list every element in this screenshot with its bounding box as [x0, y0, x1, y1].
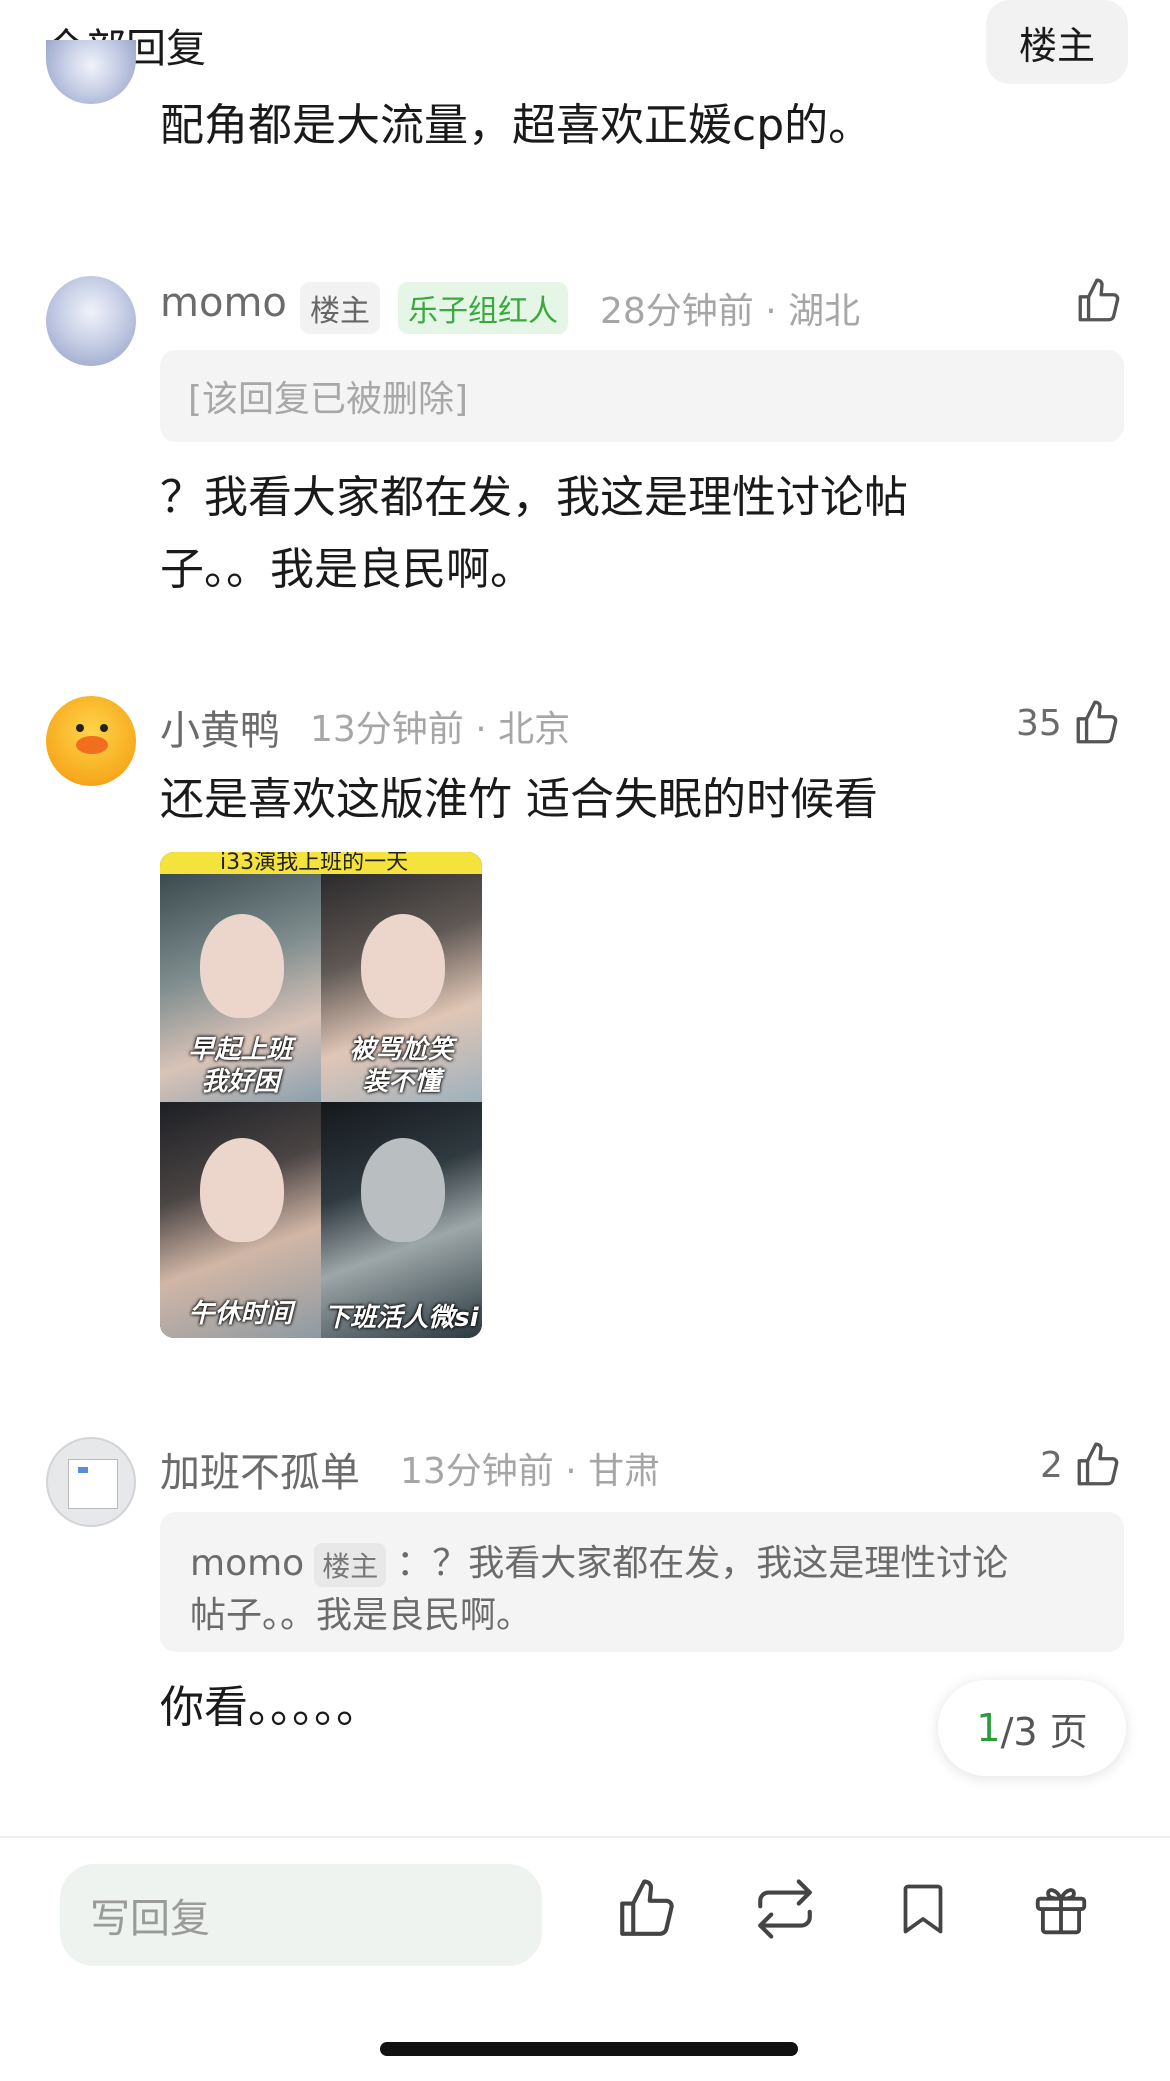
avatar[interactable]	[46, 696, 136, 786]
op-badge: 楼主	[314, 1543, 387, 1587]
bookmark-icon	[903, 1884, 943, 1934]
bookmark-button[interactable]	[888, 1874, 958, 1944]
gift-icon	[1035, 1888, 1087, 1935]
quoted-user: momo	[190, 1543, 305, 1584]
home-indicator	[380, 2042, 798, 2056]
thumbs-up-icon	[620, 1879, 674, 1936]
comment-meta: 28分钟前 · 湖北	[600, 291, 861, 332]
username[interactable]: 加班不孤单	[160, 1440, 360, 1498]
like-button[interactable]: 2	[1040, 1440, 1123, 1490]
comment-meta: 13分钟前 · 北京	[310, 709, 571, 750]
quoted-reply-line: momo 楼主 ：？我看大家都在发，我这是理性讨论	[190, 1534, 1008, 1587]
image-banner-text: i33演我上班的一天	[220, 852, 409, 875]
username[interactable]: momo	[160, 280, 287, 326]
image-caption: 下班活人微si	[324, 1303, 479, 1333]
avatar[interactable]	[46, 276, 136, 366]
repost-icon	[758, 1879, 812, 1939]
comment-text-line: ？我看大家都在发，我这是理性讨论帖	[160, 472, 908, 523]
like-count: 35	[1016, 702, 1062, 744]
comment-text: 配角都是大流量，超喜欢正媛cp的。	[160, 100, 873, 151]
thumbs-up-icon	[1077, 1442, 1119, 1486]
image-caption: 我好困	[201, 1067, 280, 1097]
only-op-button[interactable]: 楼主	[986, 0, 1128, 84]
quoted-text: ：？我看大家都在发，我这是理性讨论	[396, 1543, 1009, 1584]
top-bar: 全部回复 楼主	[0, 0, 1170, 84]
op-badge: 楼主	[300, 282, 380, 334]
image-caption: 装不懂	[362, 1067, 441, 1097]
image-caption: 被骂尬笑	[349, 1035, 454, 1065]
comment-image[interactable]: i33演我上班的一天 早起上班 我好困 被骂尬笑 装不懂 午休时间 下班活人微s…	[160, 852, 482, 1338]
like-count: 2	[1040, 1444, 1063, 1486]
image-cell: 被骂尬笑 装不懂	[321, 874, 482, 1102]
deleted-quote-text: [该回复已被删除]	[188, 379, 469, 420]
like-post-button[interactable]	[612, 1874, 682, 1944]
page-total: /3 页	[1000, 1709, 1088, 1754]
username[interactable]: 小黄鸭	[160, 698, 280, 756]
deleted-quote: [该回复已被删除]	[160, 350, 1124, 442]
quoted-reply-line: 帖子。。我是良民啊。	[190, 1595, 533, 1636]
fan-badge: 乐子组红人	[398, 282, 568, 334]
current-page: 1	[976, 1706, 1001, 1750]
avatar[interactable]	[46, 40, 136, 104]
comment-text-line: 子。。我是良民啊。	[160, 544, 534, 595]
image-cell: 早起上班 我好困	[160, 874, 321, 1102]
comment-meta: 13分钟前 · 甘肃	[400, 1451, 661, 1492]
like-button[interactable]	[1074, 276, 1124, 326]
comment-text: 还是喜欢这版淮竹 适合失眠的时候看	[160, 774, 878, 825]
avatar[interactable]	[46, 1437, 136, 1527]
image-caption: 午休时间	[188, 1299, 293, 1329]
image-caption: 早起上班	[188, 1035, 293, 1065]
comment-text: 你看。。。。。	[160, 1682, 380, 1733]
quoted-reply[interactable]: momo 楼主 ：？我看大家都在发，我这是理性讨论 帖子。。我是良民啊。	[160, 1512, 1124, 1652]
image-cell: 午休时间	[160, 1102, 321, 1338]
image-cell: 下班活人微si	[321, 1102, 482, 1338]
thumbs-up-icon	[1076, 700, 1118, 744]
reply-input[interactable]: 写回复	[60, 1864, 542, 1966]
like-button[interactable]: 35	[1016, 698, 1122, 748]
pagination-indicator[interactable]: 1/3 页	[938, 1680, 1126, 1776]
image-banner: i33演我上班的一天	[160, 852, 482, 875]
thumbs-up-icon	[1078, 278, 1120, 322]
gift-button[interactable]	[1026, 1874, 1096, 1944]
repost-button[interactable]	[750, 1874, 820, 1944]
